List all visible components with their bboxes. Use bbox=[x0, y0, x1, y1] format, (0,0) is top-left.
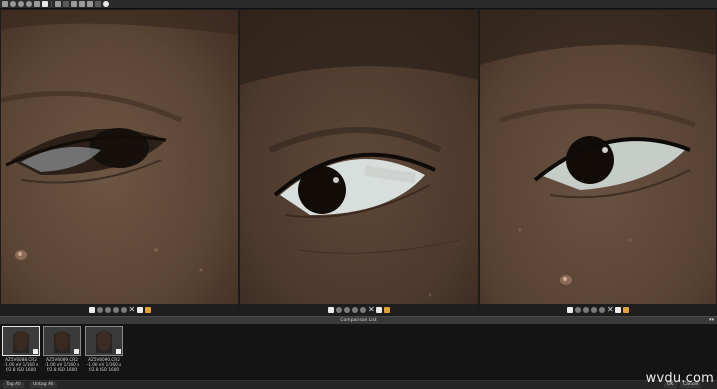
thumbnail-image bbox=[43, 326, 81, 356]
magnify-icon[interactable] bbox=[591, 307, 597, 313]
fit-icon[interactable] bbox=[328, 307, 334, 313]
zoom-fit-icon[interactable] bbox=[18, 1, 24, 7]
tag-icon[interactable] bbox=[74, 349, 79, 354]
untag-all-button[interactable]: Untag All bbox=[30, 382, 57, 388]
top-toolbar bbox=[0, 0, 717, 9]
pane-2-tools: ✕ bbox=[240, 305, 478, 315]
image-pane-3[interactable] bbox=[480, 10, 716, 304]
magnify-icon[interactable] bbox=[112, 307, 119, 313]
thumbnail-settings: f/2.8 ISO 1600 bbox=[46, 367, 78, 372]
actual-size-icon[interactable] bbox=[120, 307, 127, 313]
star-icon[interactable] bbox=[623, 307, 629, 313]
image-pane-2[interactable] bbox=[240, 10, 478, 304]
eye-photo-3 bbox=[480, 10, 716, 304]
zoom-out-icon[interactable] bbox=[10, 1, 16, 7]
thumbnail-settings: f/2.8 ISO 1600 bbox=[88, 367, 120, 372]
eye-photo-2 bbox=[240, 10, 478, 304]
comparison-list: AZ5V6088.CR2 -1.00 eV 1/160 s f/2.8 ISO … bbox=[0, 324, 717, 380]
eye-photo-1 bbox=[1, 10, 238, 304]
fit-icon[interactable] bbox=[88, 307, 95, 313]
status-bar: Tag All Untag All OK Cancel bbox=[0, 380, 717, 389]
monitor-icon[interactable] bbox=[79, 1, 85, 7]
actual-size-icon[interactable] bbox=[599, 307, 605, 313]
star-icon[interactable] bbox=[144, 307, 151, 313]
grid-icon[interactable] bbox=[63, 1, 69, 7]
collapse-arrows-icon[interactable]: ▾▾ bbox=[709, 317, 714, 324]
zoom-in-icon[interactable] bbox=[104, 307, 111, 313]
pane-3-tools: ✕ bbox=[480, 305, 716, 315]
white-balance-icon[interactable] bbox=[103, 1, 109, 7]
tag-icon[interactable] bbox=[33, 349, 38, 354]
close-icon[interactable]: ✕ bbox=[129, 306, 136, 314]
info-icon[interactable] bbox=[87, 1, 93, 7]
sync-icon[interactable] bbox=[95, 1, 101, 7]
zoom-out-icon[interactable] bbox=[336, 307, 342, 313]
star-icon[interactable] bbox=[384, 307, 390, 313]
thumbnail-image bbox=[2, 326, 40, 356]
comparison-list-title: Comparison List bbox=[340, 318, 377, 323]
zoom-in-icon[interactable] bbox=[2, 1, 8, 7]
rotate-icon[interactable] bbox=[34, 1, 40, 7]
zoom-in-icon[interactable] bbox=[583, 307, 589, 313]
tag-icon[interactable] bbox=[376, 307, 382, 313]
thumbnail-settings: f/2.8 ISO 1600 bbox=[5, 367, 37, 372]
pane-1-tools: ✕ bbox=[1, 305, 238, 315]
crop-icon[interactable] bbox=[42, 1, 48, 7]
zoom-out-icon[interactable] bbox=[575, 307, 581, 313]
watermark: wvdu.com bbox=[645, 371, 714, 386]
thumbnail-item[interactable]: AZ5V6089.CR2 -1.00 eV 1/160 s f/2.8 ISO … bbox=[43, 326, 81, 378]
zoom-in-icon[interactable] bbox=[344, 307, 350, 313]
tag-icon[interactable] bbox=[116, 349, 121, 354]
layout-icon[interactable] bbox=[71, 1, 77, 7]
compare-icon[interactable] bbox=[55, 1, 61, 7]
fit-icon[interactable] bbox=[567, 307, 573, 313]
tag-icon[interactable] bbox=[136, 307, 143, 313]
comparison-list-header: Comparison List ▾▾ bbox=[0, 316, 717, 324]
close-icon[interactable]: ✕ bbox=[607, 306, 614, 314]
magnify-icon[interactable] bbox=[352, 307, 358, 313]
close-icon[interactable]: ✕ bbox=[368, 306, 375, 314]
tag-all-button[interactable]: Tag All bbox=[3, 382, 24, 388]
thumbnail-item[interactable]: AZ5V6090.CR2 -1.00 eV 1/160 s f/2.8 ISO … bbox=[85, 326, 123, 378]
toolbar-divider bbox=[51, 1, 52, 7]
tag-icon[interactable] bbox=[615, 307, 621, 313]
magnify-icon[interactable] bbox=[26, 1, 32, 7]
thumbnail-image bbox=[85, 326, 123, 356]
actual-size-icon[interactable] bbox=[360, 307, 366, 313]
thumbnail-item[interactable]: AZ5V6088.CR2 -1.00 eV 1/160 s f/2.8 ISO … bbox=[2, 326, 40, 378]
zoom-out-icon[interactable] bbox=[96, 307, 103, 313]
image-pane-1[interactable] bbox=[1, 10, 238, 304]
